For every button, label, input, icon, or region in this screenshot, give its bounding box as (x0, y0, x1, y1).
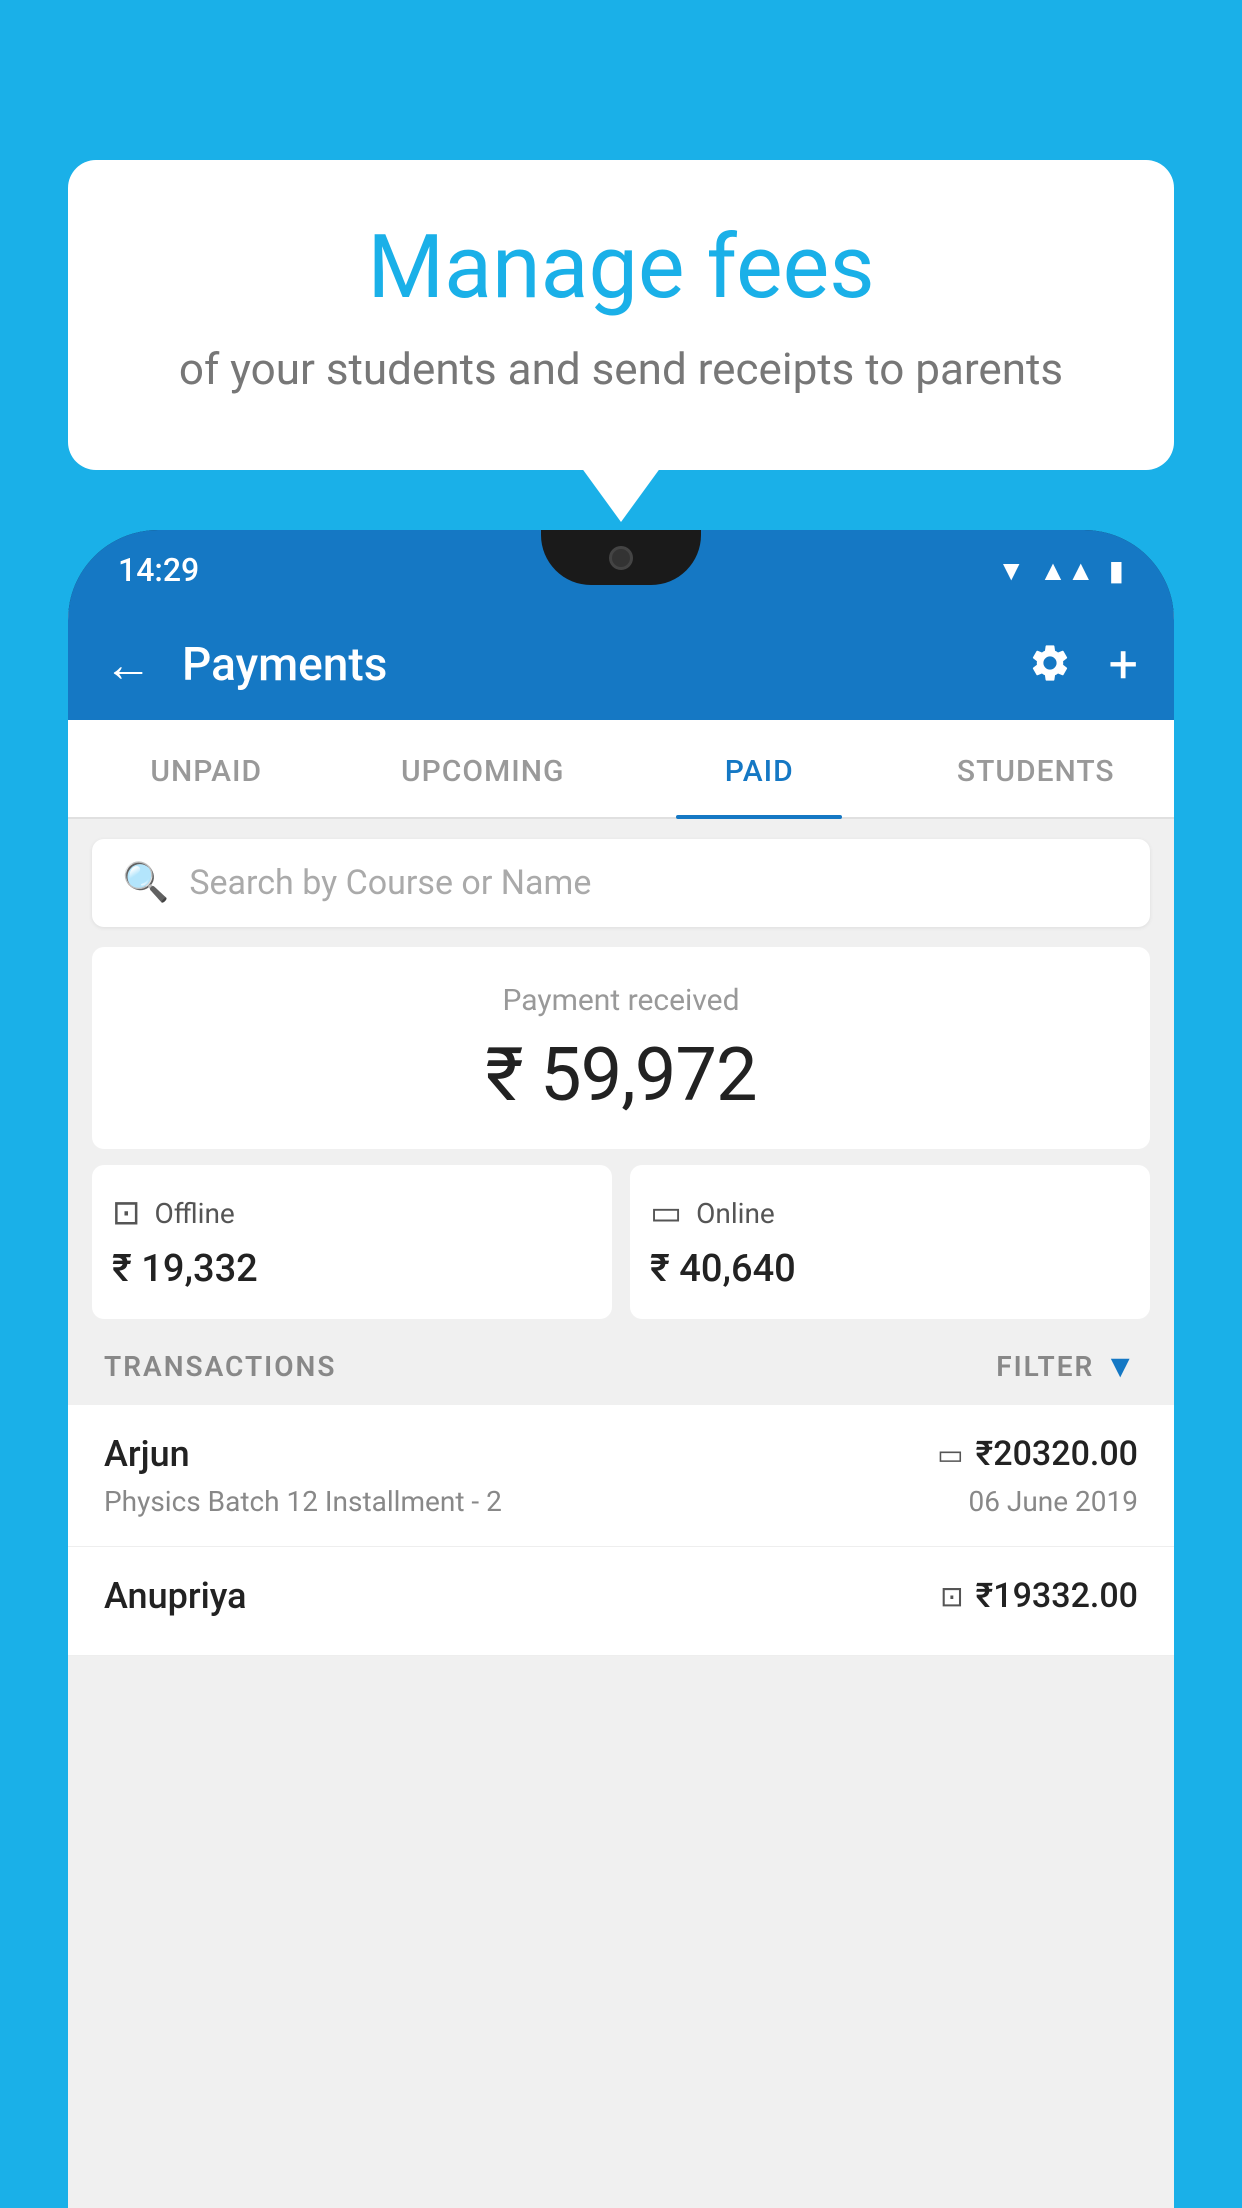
header-icons: + (1028, 639, 1138, 691)
transaction-amount-box: ▭ ₹20320.00 (937, 1434, 1138, 1474)
add-icon[interactable]: + (1108, 639, 1138, 691)
wifi-icon: ▼ (997, 554, 1025, 587)
signal-icon: ▲▲ (1039, 554, 1094, 587)
rupee-icon: ⊡ (940, 1580, 963, 1613)
table-row[interactable]: Anupriya ⊡ ₹19332.00 (68, 1547, 1174, 1656)
online-card: ▭ Online ₹ 40,640 (630, 1165, 1150, 1319)
online-icon: ▭ (650, 1193, 682, 1233)
status-time: 14:29 (118, 551, 199, 589)
search-bar[interactable]: 🔍 Search by Course or Name (92, 839, 1150, 927)
tab-paid[interactable]: PAID (621, 720, 898, 817)
card-icon: ▭ (937, 1438, 963, 1471)
bubble-title: Manage fees (128, 220, 1114, 317)
offline-icon: ⊡ (112, 1193, 141, 1233)
online-amount: ₹ 40,640 (650, 1247, 1130, 1291)
phone-frame: 14:29 ▼ ▲▲ ▮ ← Payments + UNPAID (68, 530, 1174, 2208)
tab-upcoming[interactable]: UPCOMING (345, 720, 622, 817)
filter-label: FILTER (996, 1350, 1094, 1383)
battery-icon: ▮ (1109, 554, 1124, 587)
phone-screen: ← Payments + UNPAID UPCOMING PAID (68, 610, 1174, 2208)
payment-received-label: Payment received (116, 983, 1126, 1018)
transactions-header: TRANSACTIONS FILTER ▼ (68, 1319, 1174, 1405)
tab-students[interactable]: STUDENTS (898, 720, 1175, 817)
transaction-name: Arjun (104, 1433, 190, 1475)
transaction-name: Anupriya (104, 1575, 247, 1617)
payment-received-card: Payment received ₹ 59,972 (92, 947, 1150, 1149)
transaction-amount-box: ⊡ ₹19332.00 (940, 1576, 1138, 1616)
payment-cards: ⊡ Offline ₹ 19,332 ▭ Online ₹ 40,640 (92, 1165, 1150, 1319)
status-icons: ▼ ▲▲ ▮ (997, 554, 1124, 587)
payment-received-amount: ₹ 59,972 (116, 1032, 1126, 1119)
header-title: Payments (182, 638, 998, 692)
status-bar: 14:29 ▼ ▲▲ ▮ (68, 530, 1174, 610)
transactions-label: TRANSACTIONS (104, 1350, 336, 1383)
promo-bubble: Manage fees of your students and send re… (68, 160, 1174, 470)
offline-amount: ₹ 19,332 (112, 1247, 592, 1291)
app-header: ← Payments + (68, 610, 1174, 720)
filter-icon: ▼ (1104, 1347, 1138, 1385)
online-label: Online (696, 1197, 775, 1230)
transaction-course: Physics Batch 12 Installment - 2 (104, 1485, 502, 1518)
transaction-bottom: Physics Batch 12 Installment - 2 06 June… (104, 1485, 1138, 1518)
transaction-date: 06 June 2019 (968, 1485, 1138, 1518)
search-input[interactable]: Search by Course or Name (189, 863, 1120, 903)
transaction-amount: ₹19332.00 (976, 1576, 1138, 1616)
filter-button[interactable]: FILTER ▼ (996, 1347, 1138, 1385)
transaction-top: Anupriya ⊡ ₹19332.00 (104, 1575, 1138, 1617)
bubble-subtitle: of your students and send receipts to pa… (128, 339, 1114, 401)
offline-card-header: ⊡ Offline (112, 1193, 592, 1233)
tabs-bar: UNPAID UPCOMING PAID STUDENTS (68, 720, 1174, 819)
transaction-list: Arjun ▭ ₹20320.00 Physics Batch 12 Insta… (68, 1405, 1174, 1656)
transaction-top: Arjun ▭ ₹20320.00 (104, 1433, 1138, 1475)
table-row[interactable]: Arjun ▭ ₹20320.00 Physics Batch 12 Insta… (68, 1405, 1174, 1547)
settings-icon[interactable] (1028, 641, 1072, 689)
online-card-header: ▭ Online (650, 1193, 1130, 1233)
phone-notch (541, 530, 701, 585)
transaction-amount: ₹20320.00 (976, 1434, 1138, 1474)
back-button[interactable]: ← (104, 641, 152, 689)
offline-card: ⊡ Offline ₹ 19,332 (92, 1165, 612, 1319)
tab-unpaid[interactable]: UNPAID (68, 720, 345, 817)
notch-camera (609, 546, 633, 570)
offline-label: Offline (155, 1197, 235, 1230)
search-icon: 🔍 (122, 861, 169, 905)
